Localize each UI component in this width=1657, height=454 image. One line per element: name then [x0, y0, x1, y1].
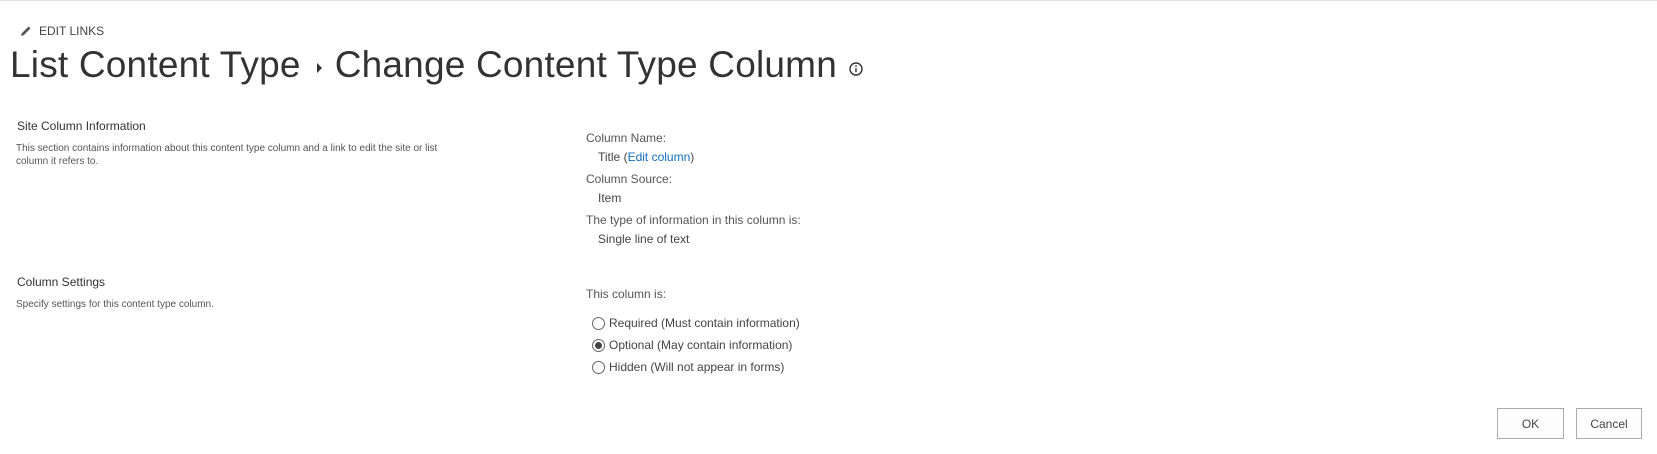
edit-links-button[interactable]: EDIT LINKS [20, 24, 104, 38]
radio-label[interactable]: Hidden (Will not appear in forms) [609, 360, 784, 374]
radio-option-optional[interactable]: Optional (May contain information) [592, 338, 792, 352]
edit-column-link[interactable]: Edit column [628, 150, 691, 164]
page-title: List Content Type Change Content Type Co… [10, 43, 863, 87]
column-settings-section-description: Specify settings for this content type c… [16, 299, 214, 310]
radio-button-selected[interactable] [592, 338, 605, 352]
column-name-value: Title [598, 150, 621, 164]
radio-button[interactable] [592, 316, 605, 330]
pencil-icon [21, 26, 31, 36]
cancel-button[interactable]: Cancel [1576, 408, 1642, 439]
column-settings-section-title: Column Settings [17, 275, 106, 289]
caret-right-icon [316, 63, 322, 73]
column-type-value: Single line of text [598, 232, 690, 246]
radio-option-hidden[interactable]: Hidden (Will not appear in forms) [592, 360, 784, 374]
radio-label[interactable]: Optional (May contain information) [609, 338, 792, 352]
site-column-section-description: This section contains information about … [16, 143, 438, 167]
column-source-value: Item [598, 191, 622, 205]
radio-button[interactable] [592, 360, 605, 374]
column-name-label: Column Name: [586, 131, 667, 145]
column-type-label: The type of information in this column i… [586, 213, 801, 227]
info-icon[interactable] [849, 62, 863, 76]
edit-links-label: EDIT LINKS [39, 24, 105, 38]
column-status-prompt: This column is: [586, 287, 667, 301]
ok-button[interactable]: OK [1497, 408, 1564, 439]
page-title-text: Change Content Type Column [334, 44, 837, 85]
breadcrumb-parent[interactable]: List Content Type [10, 44, 301, 86]
top-divider [0, 0, 1657, 1]
column-source-label: Column Source: [586, 172, 673, 186]
column-name-value-row: Title (Edit column) [598, 150, 695, 164]
site-column-section-title: Site Column Information [17, 119, 146, 133]
radio-selected-dot [595, 341, 602, 349]
radio-label[interactable]: Required (Must contain information) [609, 316, 800, 330]
radio-option-required[interactable]: Required (Must contain information) [592, 316, 800, 330]
